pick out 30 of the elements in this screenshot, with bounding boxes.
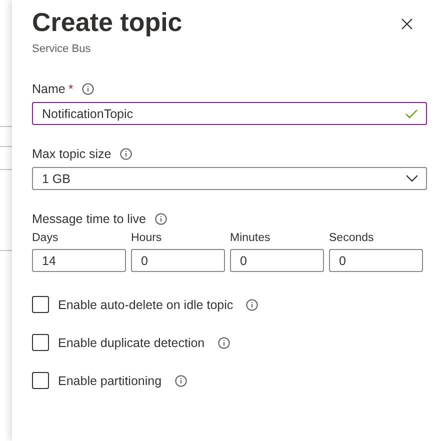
info-icon[interactable] xyxy=(120,148,132,160)
number-field[interactable]: 14 xyxy=(32,249,126,272)
checkbox-label: Enable partitioning xyxy=(58,374,162,388)
info-icon[interactable] xyxy=(174,374,187,386)
panel-subtitle: Service Bus xyxy=(32,43,92,55)
checkbox[interactable] xyxy=(32,334,49,351)
number-field[interactable]: 0 xyxy=(230,249,324,272)
number-field[interactable]: 0 xyxy=(329,249,423,272)
field-label: Seconds xyxy=(329,232,375,246)
field-label: Name xyxy=(32,82,66,96)
checkbox-label: Enable duplicate detection xyxy=(58,336,205,350)
checkbox[interactable] xyxy=(32,372,49,389)
checkbox[interactable] xyxy=(32,296,49,313)
field-label: Max topic size xyxy=(32,147,112,161)
field-label: Days xyxy=(32,232,60,246)
size-dropdown[interactable]: 1 GB xyxy=(32,167,427,190)
info-icon[interactable] xyxy=(218,336,230,348)
name-field[interactable]: NotificationTopic xyxy=(32,102,427,125)
checkbox-label: Enable auto-delete on idle topic xyxy=(58,298,234,312)
field-label: Message time to live xyxy=(32,212,146,226)
info-icon[interactable] xyxy=(246,298,258,310)
chevron-down-icon xyxy=(406,175,418,182)
field-label: Hours xyxy=(131,232,163,246)
field-label: Minutes xyxy=(230,232,272,246)
info-icon[interactable] xyxy=(82,83,94,95)
info-icon[interactable] xyxy=(154,213,167,225)
required-mark: * xyxy=(68,82,74,96)
number-field[interactable]: 0 xyxy=(131,249,225,272)
close-icon[interactable] xyxy=(401,18,413,30)
panel-title: Create topic xyxy=(32,6,182,38)
